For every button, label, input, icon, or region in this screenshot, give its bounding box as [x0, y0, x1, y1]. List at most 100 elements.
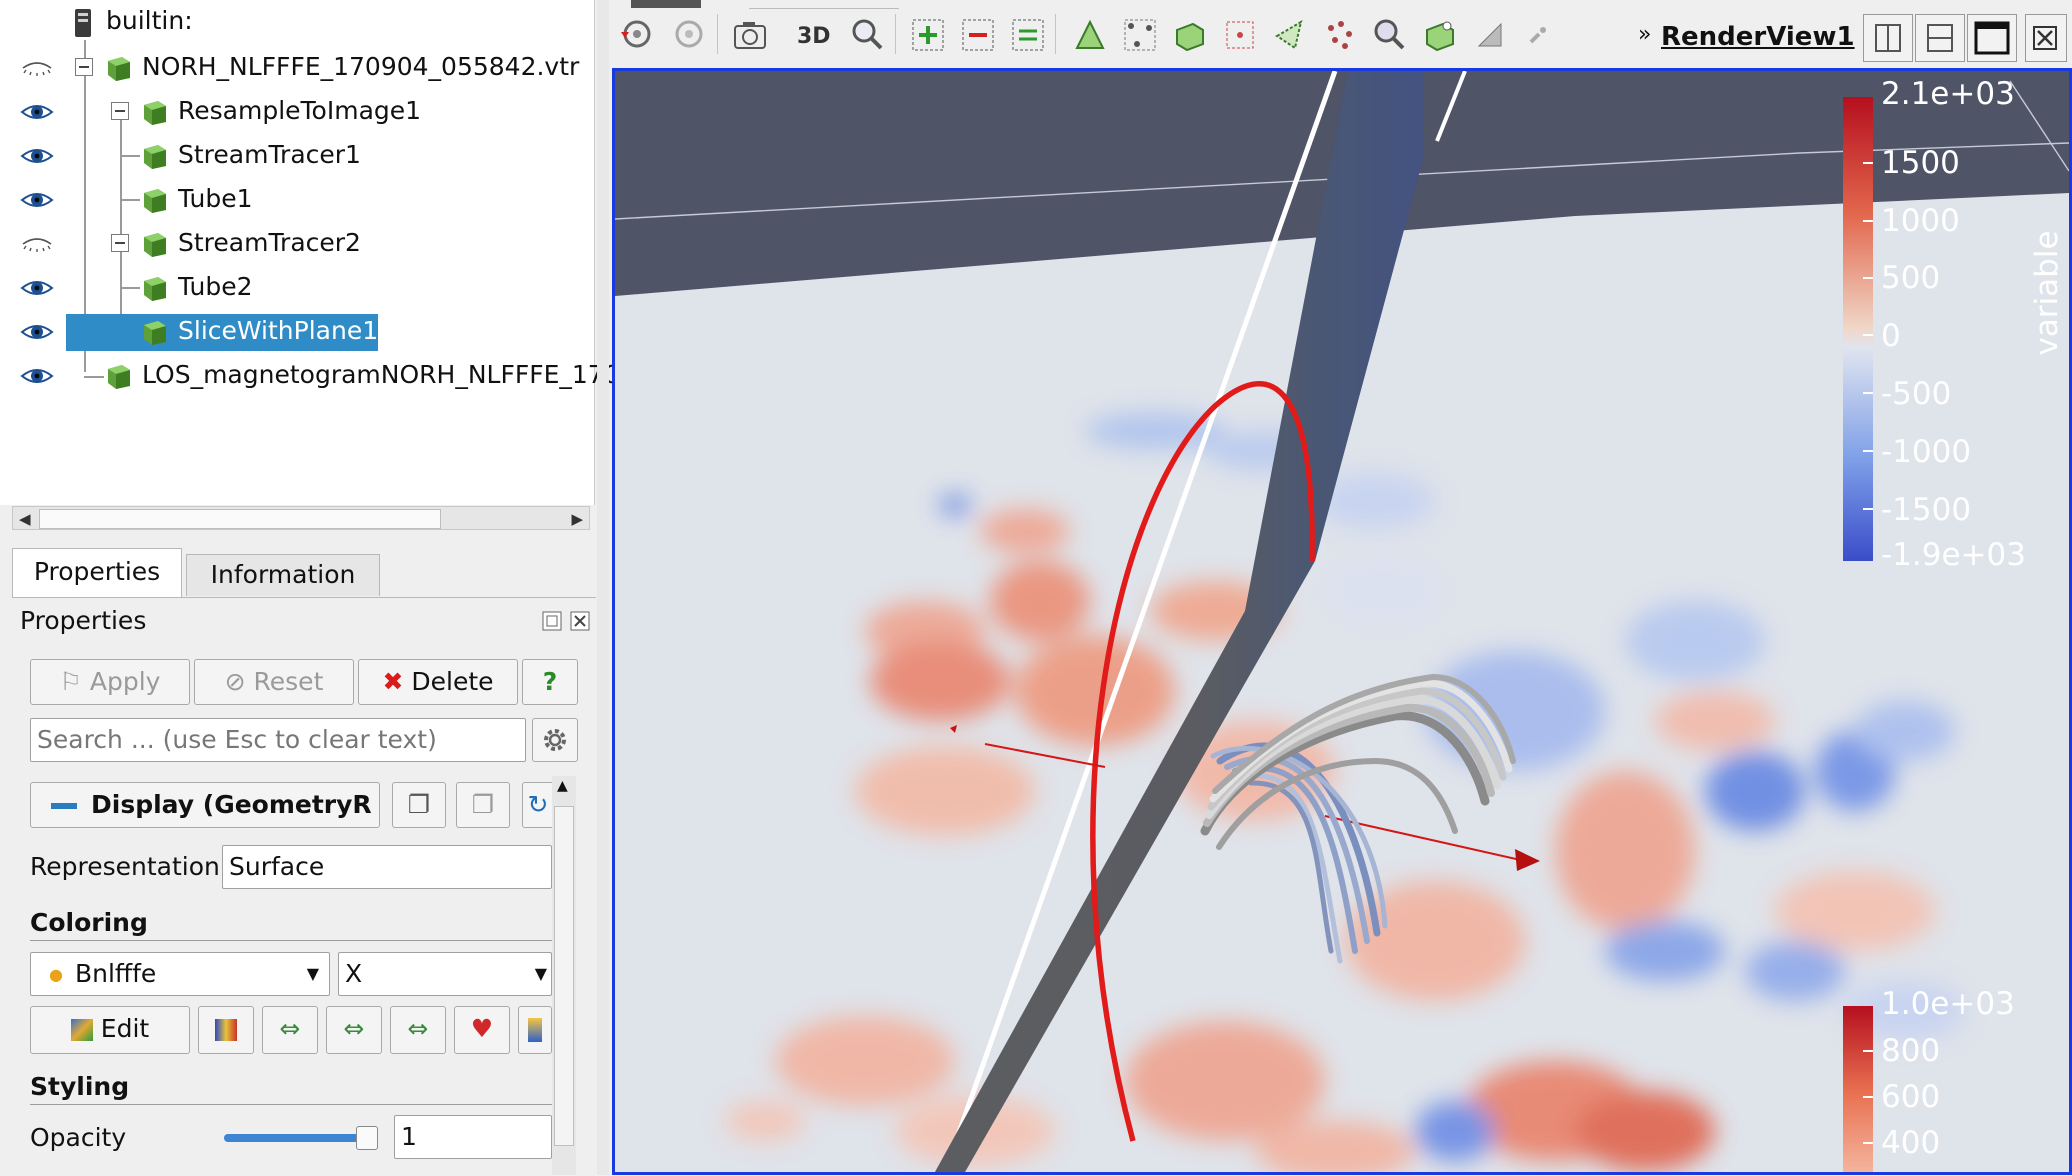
close-view-button[interactable] — [2025, 14, 2067, 62]
toolbar-separator — [895, 14, 896, 54]
clear-selection-icon[interactable] — [1521, 16, 1559, 54]
properties-vertical-scrollbar[interactable]: ▲ — [552, 776, 576, 1175]
apply-button[interactable]: ⚐ Apply — [30, 659, 190, 705]
select-cells-on-icon[interactable] — [1071, 16, 1109, 54]
select-polygon-points-icon[interactable] — [1321, 16, 1359, 54]
pipeline-browser: builtin: NORH_NLFFFE_170904_055842.vtr R… — [0, 0, 620, 505]
coloring-array-select[interactable]: ● Bnlfffe ▼ — [30, 952, 330, 996]
split-vertical-button[interactable] — [1915, 14, 1965, 62]
choose-preset-button[interactable] — [198, 1006, 254, 1054]
render-view-title[interactable]: RenderView1 — [1661, 22, 1855, 52]
colorbar-label: -500 — [1881, 376, 1951, 412]
favorites-button[interactable]: ♥ — [454, 1006, 510, 1054]
toggle-selection-icon[interactable] — [1009, 16, 1047, 54]
collapse-toggle[interactable] — [111, 102, 129, 120]
select-points-through-icon[interactable] — [1221, 16, 1259, 54]
copy-properties-button[interactable]: ❐ — [392, 782, 446, 828]
maximize-icon — [1974, 21, 2010, 55]
select-cells-through-icon[interactable] — [1171, 16, 1209, 54]
tree-item-label: ResampleToImage1 — [178, 96, 422, 125]
properties-header: Properties — [20, 606, 147, 635]
tab-indicator — [749, 0, 899, 9]
more-tools-icon[interactable]: » — [1638, 22, 1651, 47]
tree-item-streamtracer1[interactable]: StreamTracer1 — [0, 134, 594, 178]
tree-item-los-magnetogram[interactable]: LOS_magnetogramNORH_NLFFFE_170 — [0, 354, 620, 398]
colorbar-toggle-button[interactable] — [518, 1006, 552, 1054]
eye-open-icon[interactable] — [20, 363, 54, 389]
panel-splitter[interactable] — [597, 0, 609, 1175]
advanced-settings-button[interactable] — [532, 718, 578, 762]
tree-item-tube1[interactable]: Tube1 — [0, 178, 594, 222]
cube-icon — [144, 277, 166, 301]
add-selection-icon[interactable] — [909, 16, 947, 54]
eye-open-icon[interactable] — [20, 187, 54, 213]
coloring-component-select[interactable]: X ▼ — [338, 952, 552, 996]
tab-indicator — [631, 0, 701, 8]
subtract-selection-icon[interactable] — [959, 16, 997, 54]
camera-icon[interactable] — [731, 16, 769, 54]
edit-colormap-button[interactable]: Edit — [30, 1006, 190, 1054]
rescale-custom-range-button[interactable]: ⇔ — [326, 1006, 382, 1054]
collapse-toggle[interactable] — [75, 58, 93, 76]
scroll-thumb[interactable] — [554, 806, 574, 1146]
tree-item-tube2[interactable]: Tube2 — [0, 266, 594, 310]
select-points-on-icon[interactable] — [1121, 16, 1159, 54]
eye-open-icon[interactable] — [20, 319, 54, 345]
colorbar-icon — [528, 1018, 542, 1042]
collapse-bar-icon — [51, 803, 77, 809]
toggle-3d-button[interactable]: 3D — [797, 24, 831, 49]
delete-button[interactable]: ✖ Delete — [358, 659, 518, 705]
eye-closed-icon[interactable] — [20, 231, 54, 257]
tree-root[interactable]: builtin: — [0, 0, 594, 44]
eye-open-icon[interactable] — [20, 99, 54, 125]
tree-item-streamtracer2[interactable]: StreamTracer2 — [0, 222, 594, 266]
eye-open-icon[interactable] — [20, 275, 54, 301]
eye-open-icon[interactable] — [20, 143, 54, 169]
tab-properties[interactable]: Properties — [12, 548, 182, 599]
paste-properties-button[interactable]: ❐ — [456, 782, 510, 828]
tree-item-slicewithplane1[interactable]: SliceWithPlane1 — [0, 310, 594, 354]
collapse-toggle[interactable] — [111, 234, 129, 252]
render-view-toolbar: 3D » RenderView1 — [609, 0, 2072, 66]
render-view-canvas[interactable]: 2.1e+03 1500 1000 500 0 -500 -1000 -1500… — [612, 68, 2072, 1175]
render-scene[interactable]: 2.1e+03 1500 1000 500 0 -500 -1000 -1500… — [615, 71, 2069, 1172]
representation-select[interactable]: Surface — [222, 845, 552, 889]
opacity-slider[interactable] — [224, 1126, 378, 1150]
tree-root-label: builtin: — [106, 6, 193, 35]
help-button[interactable]: ? — [522, 659, 578, 705]
slider-handle[interactable] — [356, 1126, 378, 1150]
colorbar-label: 500 — [1881, 260, 1940, 296]
tree-item-norh-vtr[interactable]: NORH_NLFFFE_170904_055842.vtr — [0, 46, 594, 90]
rescale-temporal-button[interactable]: ⇔ — [390, 1006, 446, 1054]
reset-button[interactable]: ⊘ Reset — [194, 659, 354, 705]
restore-defaults-button[interactable]: ↻ — [522, 782, 554, 828]
split-horizontal-icon — [1875, 24, 1901, 52]
reset-camera-icon[interactable] — [619, 16, 657, 54]
close-icon[interactable] — [570, 611, 590, 631]
tree-item-resample[interactable]: ResampleToImage1 — [0, 90, 594, 134]
zoom-to-box-icon[interactable] — [849, 16, 887, 54]
maximize-button[interactable] — [1967, 14, 2017, 62]
select-polygon-cells-icon[interactable] — [1271, 16, 1309, 54]
rescale-data-range-button[interactable]: ⇔ — [262, 1006, 318, 1054]
scroll-right-icon[interactable]: ▶ — [571, 510, 583, 528]
scroll-left-icon[interactable]: ◀ — [19, 510, 31, 528]
scroll-thumb[interactable] — [39, 509, 441, 529]
split-horizontal-button[interactable] — [1863, 14, 1913, 62]
grow-selection-icon[interactable] — [1471, 16, 1509, 54]
reset-camera-closest-icon[interactable] — [671, 16, 709, 54]
properties-search-input[interactable]: Search ... (use Esc to clear text) — [30, 718, 526, 762]
display-section-toggle[interactable]: Display (GeometryR — [30, 782, 380, 828]
apply-icon: ⚐ — [59, 667, 82, 696]
tab-information[interactable]: Information — [186, 554, 380, 596]
float-icon[interactable] — [542, 611, 562, 631]
eye-closed-icon[interactable] — [20, 55, 54, 81]
hover-cells-icon[interactable] — [1421, 16, 1459, 54]
opacity-input[interactable]: 1 — [394, 1115, 552, 1159]
colorbar-label: 800 — [1881, 1033, 1940, 1069]
coloring-header: Coloring — [30, 908, 148, 937]
interactive-select-icon[interactable] — [1371, 16, 1409, 54]
pipeline-horizontal-scrollbar[interactable]: ◀ ▶ — [12, 506, 590, 530]
scroll-up-icon[interactable]: ▲ — [557, 778, 568, 794]
colorbar-label: 1500 — [1881, 145, 1960, 181]
